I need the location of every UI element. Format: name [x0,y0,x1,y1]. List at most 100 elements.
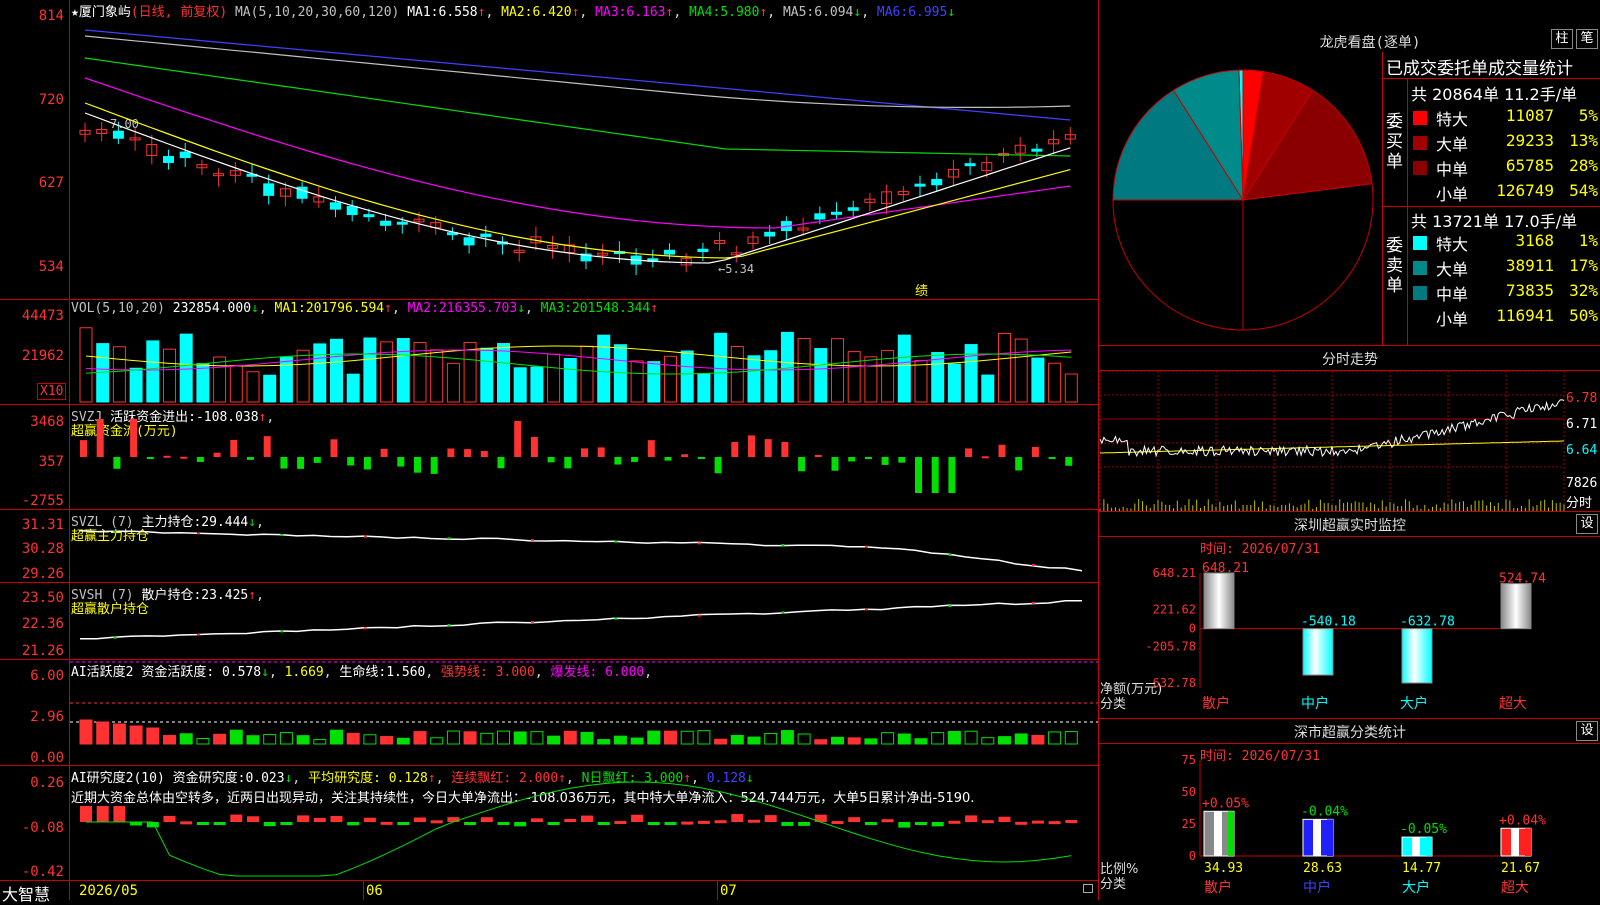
y-tick: 75 [1182,753,1196,767]
category-name: 散户 [1204,879,1232,896]
volume-bar [396,338,410,403]
divider [0,299,1098,300]
flow-bar [313,457,321,463]
intraday-chart[interactable] [1099,370,1565,511]
retail-holding-line[interactable] [70,584,1098,659]
research-line [86,781,1072,877]
stat-vol: 65785 [1505,156,1554,175]
unit-label: 净额(万元) [1100,682,1162,697]
research-bar [597,822,610,825]
volume-bar [79,327,93,403]
research-bar [764,815,777,822]
y-tick: -205.78 [1145,639,1196,653]
activity-bar [79,719,93,745]
main-holding-line[interactable] [70,511,1098,581]
ratio-bar-highlight [1313,819,1321,856]
research-bar [196,822,209,825]
ratio-bar-chart[interactable]: 75 50 25 0 比例%分类 +0.05% 34.93 散户 -0.04% 28.63 中户 -0… [1100,748,1546,898]
activity-bar [146,727,160,745]
y-tick: 6.78 [1566,391,1598,406]
flow-bar [781,441,789,457]
tick-mode-button[interactable]: 笔 [1576,29,1598,49]
ss-settings-button[interactable]: 设 [1576,721,1598,741]
flow-bar [614,457,622,465]
y-tick: -2755 [21,493,64,509]
volume-bar [196,363,210,403]
volume-bar [630,360,644,403]
divider [0,509,1098,510]
volume-bar [864,356,878,403]
sz-settings-button[interactable]: 设 [1576,514,1598,534]
flow-bar [581,448,588,457]
net-amount-bar-chart[interactable]: 648.21 221.62 0 -205.78 -632.78 净额(万元)分类 648.2… [1100,538,1546,718]
volume-bar [780,331,794,403]
ratio-bar-highlight [1214,811,1222,856]
y-tick: 6.64 [1566,443,1598,458]
candle [664,249,675,255]
research-bar [313,817,326,822]
activity-bar [831,736,844,745]
activity-bar [680,730,694,745]
ratio-bar-highlight [1511,828,1519,856]
flow-bar [547,457,555,463]
order-pie-chart[interactable] [1108,65,1378,335]
stat-name: 中单 [1436,160,1469,179]
flow-bar [230,439,238,457]
flow-bar [1015,457,1023,471]
research-bar [230,814,243,822]
volume-bar [513,367,527,403]
intraday-vol-unit: 分时 [1566,496,1593,511]
activity-bar [714,738,728,745]
activity-bar [296,735,310,745]
ma-line [84,35,1071,108]
volume-bar [279,356,293,403]
research-bar [113,806,126,822]
flow-bar [631,457,639,462]
volume-bar [313,343,327,403]
lock-icon[interactable] [1083,884,1093,893]
activity-bar [396,737,410,745]
pie-slice [1242,183,1374,331]
volume-bar [714,332,728,403]
volume-bar [897,334,911,403]
intraday-title: 分时走势 [1322,352,1378,368]
research-bars[interactable] [70,780,1098,880]
brand-logo: 大智慧 [2,885,51,904]
volume-bar [1064,373,1078,403]
flow-bar [363,457,371,470]
stat-pct: 54% [1569,181,1598,200]
buy-summary: 共 20864单 11.2手/单 [1411,85,1578,104]
fund-flow-bars[interactable] [70,407,1098,507]
research-bar [280,822,293,825]
flow-bar [931,457,939,493]
ratio-bar-edge [1426,837,1432,856]
stat-vol: 116941 [1496,306,1554,325]
stat-name: 大单 [1436,260,1469,279]
flow-bar [330,439,338,457]
volume-bars[interactable] [70,316,1098,403]
research-bar [781,822,794,826]
flow-bar [831,457,839,471]
divider [0,765,1098,766]
activity-bar [530,731,544,745]
activity-bars[interactable] [70,661,1098,762]
activity-bar [730,734,744,745]
y-tick: 720 [38,92,64,108]
flow-bar [430,457,438,474]
activity-bar [213,733,227,745]
category-label: 分类 [1100,877,1126,892]
bar-mode-button[interactable]: 柱 [1551,29,1573,49]
flow-bar [247,457,254,460]
x-tick-date: 2026/05 [79,883,139,899]
category-name: 大户 [1400,695,1428,712]
holding-dot [113,636,117,639]
net-bar [1401,628,1433,684]
ratio-change: +0.04% [1499,813,1546,828]
research-bar [263,822,276,827]
research-bar [414,817,426,822]
candlestick-chart[interactable] [70,18,1098,298]
flow-bar [347,457,355,466]
flow-bar [447,448,455,457]
volume-bar [163,348,176,403]
ma-line [84,112,1071,264]
